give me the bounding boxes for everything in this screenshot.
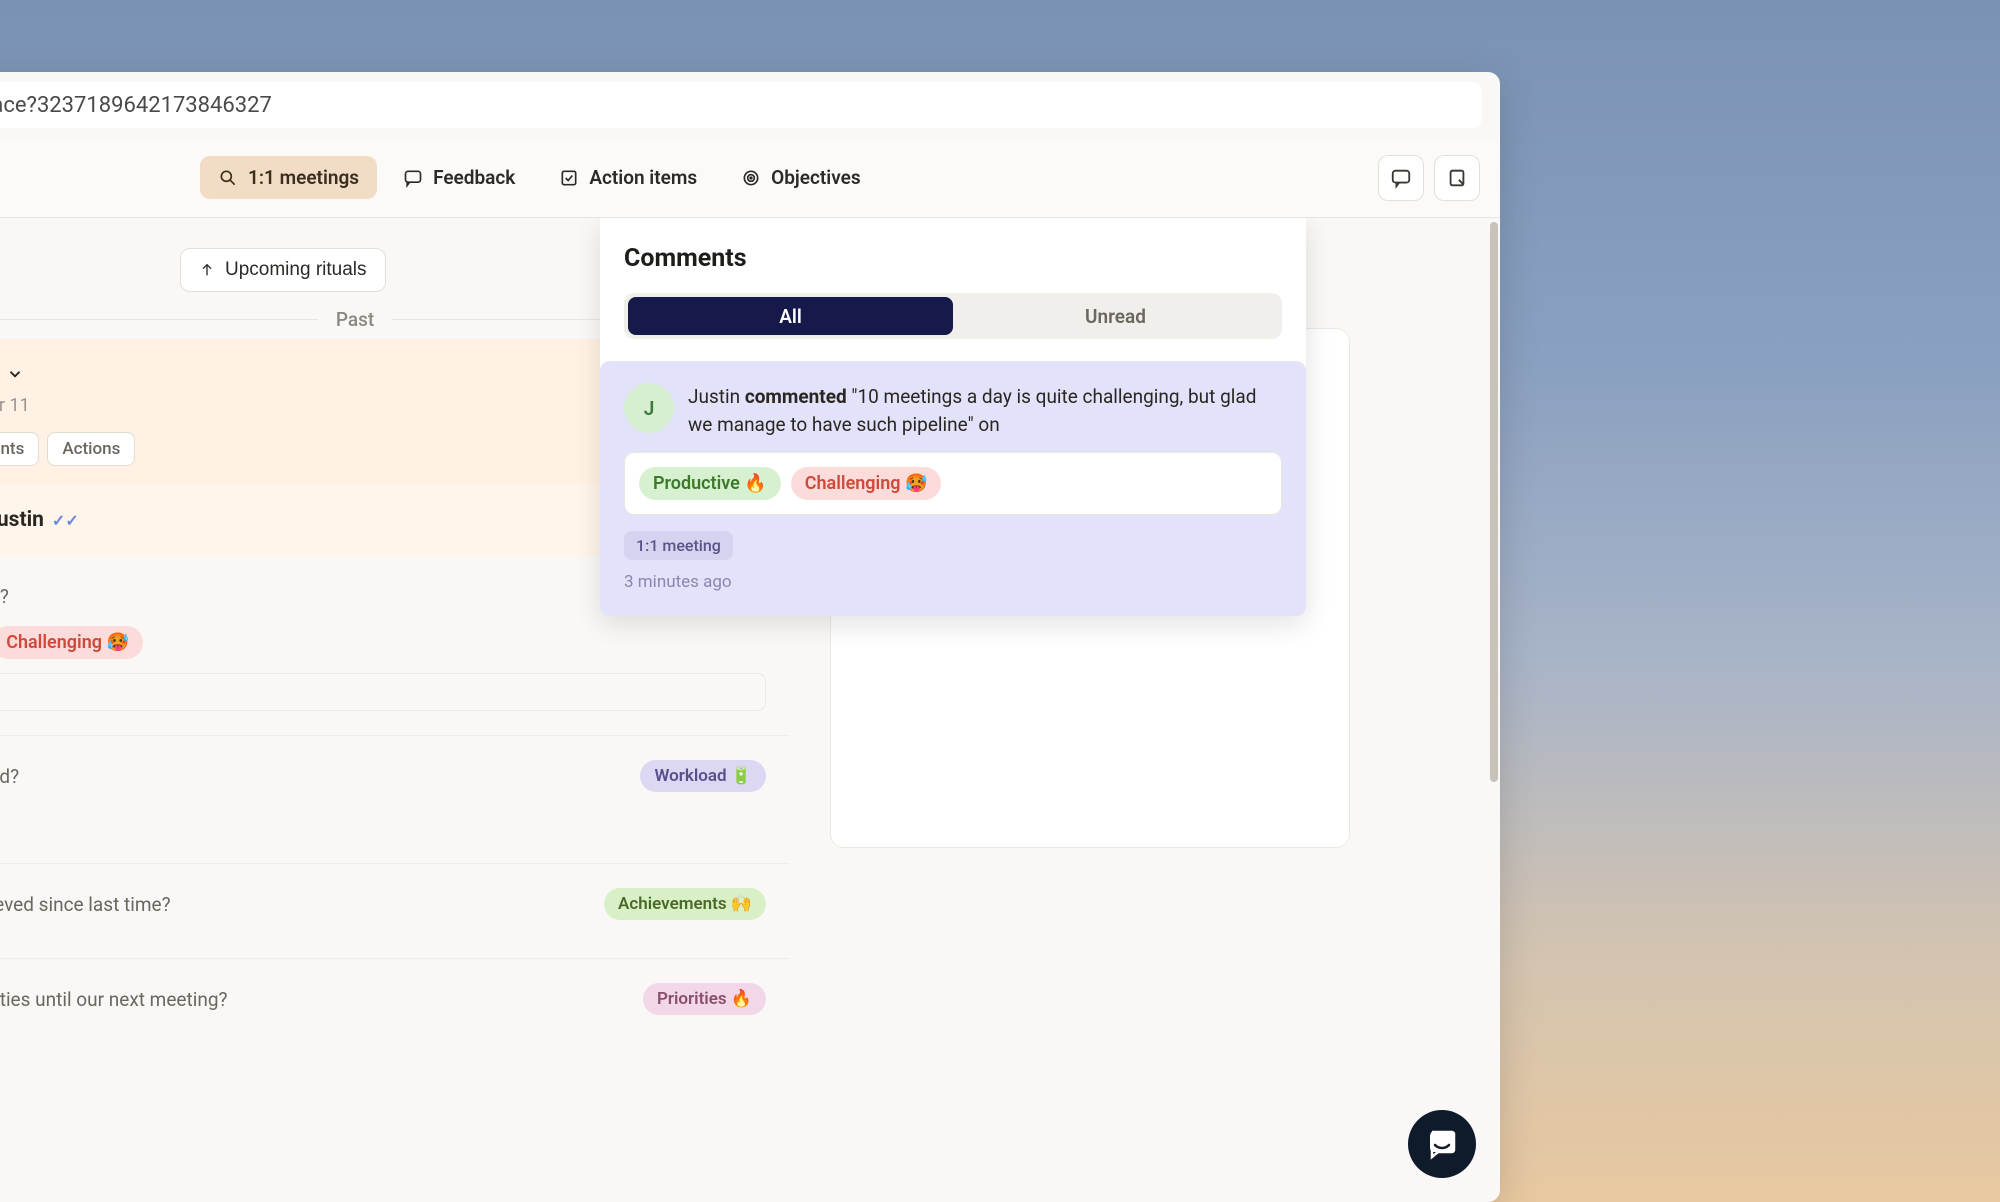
nav-tab-feedback[interactable]: Feedback: [385, 156, 533, 199]
tab-actions[interactable]: Actions: [47, 432, 135, 466]
url-input[interactable]: workspace?3237189642173846327: [0, 82, 1482, 128]
question-row-achievements: ve you achieved since last time? Achieve…: [0, 864, 790, 959]
content-area: Upcoming rituals Past meeting ay, novemb…: [0, 218, 1500, 1202]
answer-chips: d 👌: [0, 806, 766, 839]
chip-challenging: Challenging 🥵: [791, 467, 942, 500]
intercom-icon: [1426, 1128, 1458, 1160]
divider-line: [0, 319, 318, 320]
chat-icon: [403, 168, 423, 188]
address-bar: workspace?3237189642173846327: [0, 72, 1500, 138]
comments-panel: Comments All Unread J Justin commented "…: [600, 218, 1306, 616]
chat-icon: [1390, 167, 1412, 189]
question-text: our workload?: [0, 765, 19, 788]
comment-head: J Justin commented "10 meetings a day is…: [624, 383, 1282, 438]
notes-button[interactable]: [1434, 155, 1480, 201]
comments-filter-segmented: All Unread: [624, 293, 1282, 339]
filter-tab-all[interactable]: All: [628, 297, 953, 335]
comment-author: Justin: [688, 385, 740, 408]
question-row-workload: our workload? Workload 🔋 d 👌: [0, 736, 790, 864]
comment-input-stub[interactable]: [0, 673, 766, 711]
chip-productive: Productive 🔥: [639, 467, 781, 500]
category-pill-achievements: Achievements 🙌: [604, 888, 766, 920]
upcoming-label: Upcoming rituals: [225, 259, 367, 281]
category-pill-workload: Workload 🔋: [640, 760, 766, 792]
nav-tabs: 1:1 meetings Feedback Action items Objec…: [200, 156, 879, 199]
context-pill: 1:1 meeting: [624, 531, 733, 560]
arrow-up-icon: [199, 262, 215, 278]
comment-action: commented: [745, 385, 847, 408]
browser-window: workspace?3237189642173846327 1:1 meetin…: [0, 72, 1500, 1202]
notepad-icon: [1446, 167, 1468, 189]
question-row-priorities: e your priorities until our next meeting…: [0, 959, 790, 1053]
top-nav: 1:1 meetings Feedback Action items Objec…: [0, 138, 1500, 218]
chip-challenging: Challenging 🥵: [0, 626, 143, 659]
top-right-buttons: [1378, 155, 1480, 201]
answers-title: ers from Justin ✓✓: [0, 508, 79, 532]
nav-tab-label: Objectives: [771, 166, 860, 189]
scrollbar-track[interactable]: [1490, 218, 1498, 1202]
category-pill-priorities: Priorities 🔥: [643, 983, 766, 1015]
answer-chips: tive 🔥 Challenging 🥵: [0, 626, 766, 659]
tab-comments[interactable]: Comments: [0, 432, 39, 466]
doublecheck-icon: ✓✓: [52, 511, 79, 530]
nav-tab-label: 1:1 meetings: [248, 166, 359, 189]
past-label: Past: [318, 308, 392, 331]
questions-list: s your week? Mood 🌈 tive 🔥 Challenging 🥵…: [0, 556, 790, 1053]
quoted-answer-box: Productive 🔥 Challenging 🥵: [624, 452, 1282, 515]
question-text: s your week?: [0, 585, 9, 608]
help-fab[interactable]: [1408, 1110, 1476, 1178]
answers-title-text: ers from Justin: [0, 508, 44, 532]
upcoming-rituals-button[interactable]: Upcoming rituals: [180, 248, 386, 292]
panel-title: Comments: [624, 244, 1282, 273]
nav-tab-meetings[interactable]: 1:1 meetings: [200, 156, 377, 199]
chevron-down-icon: [6, 365, 24, 383]
avatar: J: [624, 383, 674, 433]
nav-tab-action-items[interactable]: Action items: [541, 156, 715, 199]
search-icon: [218, 168, 238, 188]
nav-tab-objectives[interactable]: Objectives: [723, 156, 878, 199]
comment-text: Justin commented "10 meetings a day is q…: [688, 383, 1282, 438]
filter-tab-unread[interactable]: Unread: [953, 297, 1278, 335]
comment-timestamp: 3 minutes ago: [624, 572, 1282, 592]
nav-tab-label: Feedback: [433, 166, 515, 189]
scrollbar-thumb[interactable]: [1490, 222, 1498, 782]
question-text: ve you achieved since last time?: [0, 893, 171, 916]
checkbox-icon: [559, 168, 579, 188]
question-text: e your priorities until our next meeting…: [0, 988, 227, 1011]
comment-card[interactable]: J Justin commented "10 meetings a day is…: [600, 361, 1306, 616]
target-icon: [741, 168, 761, 188]
nav-tab-label: Action items: [589, 166, 697, 189]
comments-button[interactable]: [1378, 155, 1424, 201]
